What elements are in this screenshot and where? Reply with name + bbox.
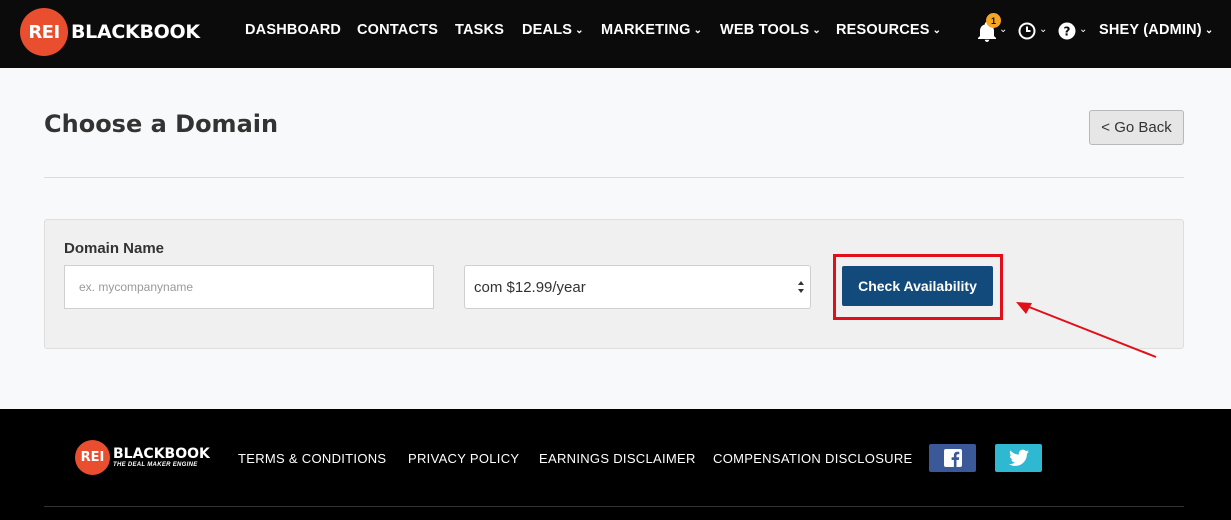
- footer-link-privacy[interactable]: PRIVACY POLICY: [408, 451, 519, 466]
- chevron-down-icon: ⌄: [1204, 25, 1214, 36]
- twitter-button[interactable]: [995, 444, 1042, 472]
- nav-web-tools[interactable]: WEB TOOLS ⌄: [720, 22, 821, 38]
- nav-resources-label: RESOURCES: [836, 22, 930, 38]
- annotation-arrow-icon: [1016, 302, 1157, 358]
- nav-contacts-label: CONTACTS: [357, 22, 439, 38]
- chevron-down-icon[interactable]: ⌄: [1039, 24, 1047, 35]
- chevron-down-icon: ⌄: [693, 25, 703, 36]
- footer-logo-tagline: THE DEAL MAKER ENGINE: [113, 462, 198, 468]
- footer-divider: [44, 506, 1184, 507]
- clock-icon[interactable]: [1018, 22, 1036, 40]
- footer-logo-name: BLACKBOOK: [113, 446, 210, 462]
- domain-name-label: Domain Name: [64, 240, 165, 257]
- chevron-down-icon: ⌄: [575, 25, 584, 36]
- nav-marketing-label: MARKETING: [601, 22, 691, 38]
- chevron-down-icon: ⌄: [812, 25, 821, 36]
- nav-tasks-label: TASKS: [455, 22, 505, 38]
- user-menu-label: SHEY (ADMIN): [1099, 22, 1202, 38]
- page-title: Choose a Domain: [44, 110, 279, 138]
- go-back-button[interactable]: < Go Back: [1089, 110, 1184, 145]
- nav-resources[interactable]: RESOURCES ⌄: [836, 22, 941, 38]
- logo-mark: REI: [20, 8, 68, 56]
- svg-text:?: ?: [1064, 25, 1071, 39]
- nav-tasks[interactable]: TASKS: [455, 22, 504, 38]
- check-availability-button[interactable]: Check Availability: [842, 266, 993, 306]
- facebook-button[interactable]: [929, 444, 976, 472]
- logo-name: BLACKBOOK: [71, 21, 200, 43]
- nav-marketing[interactable]: MARKETING ⌄: [601, 22, 702, 38]
- footer-link-compensation[interactable]: COMPENSATION DISCLOSURE: [713, 451, 913, 466]
- tld-select-value: com $12.99/year: [474, 278, 586, 296]
- footer-logo-mark: REI: [75, 440, 110, 475]
- divider: [44, 177, 1184, 178]
- brand-logo[interactable]: REI BLACKBOOK: [20, 8, 200, 56]
- twitter-icon: [1008, 449, 1029, 466]
- help-icon[interactable]: ?: [1058, 22, 1076, 40]
- tld-select[interactable]: com $12.99/year: [464, 265, 811, 309]
- chevron-down-icon: ⌄: [932, 25, 942, 36]
- top-navbar: REI BLACKBOOK DASHBOARD CONTACTS TASKS D…: [0, 0, 1231, 68]
- nav-contacts[interactable]: CONTACTS: [357, 22, 438, 38]
- footer-logo[interactable]: REI BLACKBOOK THE DEAL MAKER ENGINE: [75, 440, 210, 475]
- nav-deals-label: DEALS: [522, 22, 573, 38]
- chevron-down-icon[interactable]: ⌄: [1079, 24, 1087, 35]
- facebook-icon: [943, 449, 962, 467]
- domain-name-input[interactable]: [64, 265, 434, 309]
- nav-dashboard-label: DASHBOARD: [245, 22, 342, 38]
- footer-link-terms[interactable]: TERMS & CONDITIONS: [238, 451, 386, 466]
- user-menu[interactable]: SHEY (ADMIN) ⌄: [1099, 22, 1213, 38]
- nav-deals[interactable]: DEALS ⌄: [522, 22, 584, 38]
- select-arrows-icon: [798, 281, 804, 293]
- footer-link-earnings[interactable]: EARNINGS DISCLAIMER: [539, 451, 696, 466]
- chevron-down-icon[interactable]: ⌄: [999, 24, 1007, 35]
- nav-web-tools-label: WEB TOOLS: [720, 22, 810, 38]
- nav-dashboard[interactable]: DASHBOARD: [245, 22, 341, 38]
